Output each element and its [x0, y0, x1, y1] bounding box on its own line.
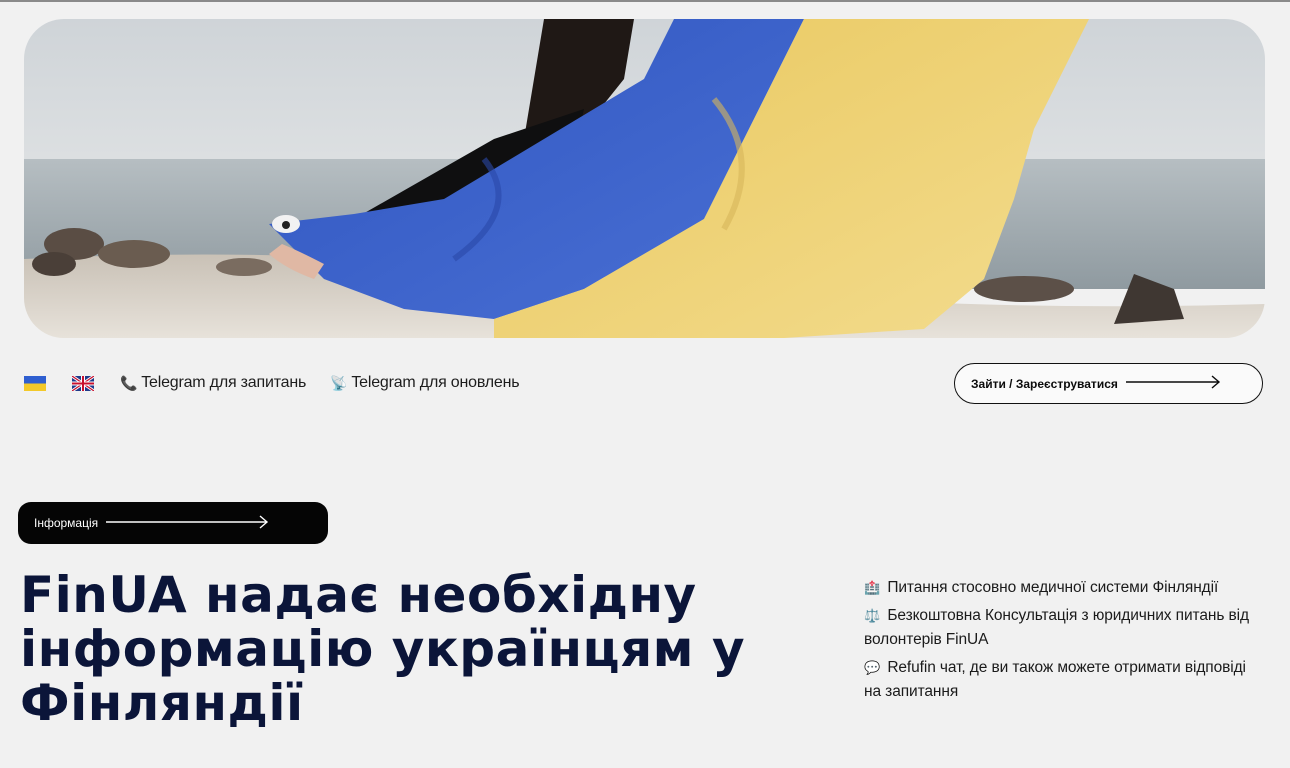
- feature-text: Безкоштовна Консультація з юридичних пит…: [864, 607, 1249, 648]
- arrow-right-icon: [1125, 375, 1222, 392]
- hero-image: [24, 19, 1265, 338]
- feature-item-medical: 🏥 Питання стосовно медичної системи Фінл…: [864, 576, 1254, 600]
- top-nav: 📞 Telegram для запитань 📡 Telegram для о…: [24, 370, 543, 396]
- feature-item-legal: ⚖️ Безкоштовна Консультація з юридичних …: [864, 604, 1254, 652]
- login-register-button[interactable]: Зайти / Зареєструватися: [954, 363, 1263, 404]
- page-headline: FinUA надає необхідну інформацію українц…: [20, 566, 746, 732]
- telegram-updates-label: Telegram для оновлень: [351, 374, 520, 391]
- login-register-label: Зайти / Зареєструватися: [971, 376, 1118, 391]
- information-label: Інформація: [34, 516, 99, 530]
- telegram-questions-link[interactable]: 📞 Telegram для запитань: [120, 374, 306, 392]
- feature-list: 🏥 Питання стосовно медичної системи Фінл…: [864, 576, 1254, 708]
- scales-icon: ⚖️: [864, 608, 881, 623]
- information-button[interactable]: Інформація: [18, 502, 328, 544]
- hospital-icon: 🏥: [864, 580, 881, 595]
- telegram-updates-link[interactable]: 📡 Telegram для оновлень: [330, 374, 519, 392]
- speech-bubble-icon: 💬: [864, 660, 881, 675]
- satellite-icon: 📡: [330, 374, 348, 391]
- telegram-questions-label: Telegram для запитань: [141, 374, 307, 391]
- feature-item-chat: 💬 Refufin чат, де ви також можете отрима…: [864, 656, 1254, 704]
- top-divider: [0, 0, 1290, 2]
- feature-text: Refufin чат, де ви також можете отримати…: [864, 659, 1246, 700]
- uk-flag-icon[interactable]: [24, 375, 46, 391]
- phone-icon: 📞: [120, 374, 138, 391]
- arrow-right-icon: [106, 514, 270, 532]
- feature-text: Питання стосовно медичної системи Фінлян…: [887, 579, 1219, 596]
- gb-flag-icon[interactable]: [72, 375, 94, 391]
